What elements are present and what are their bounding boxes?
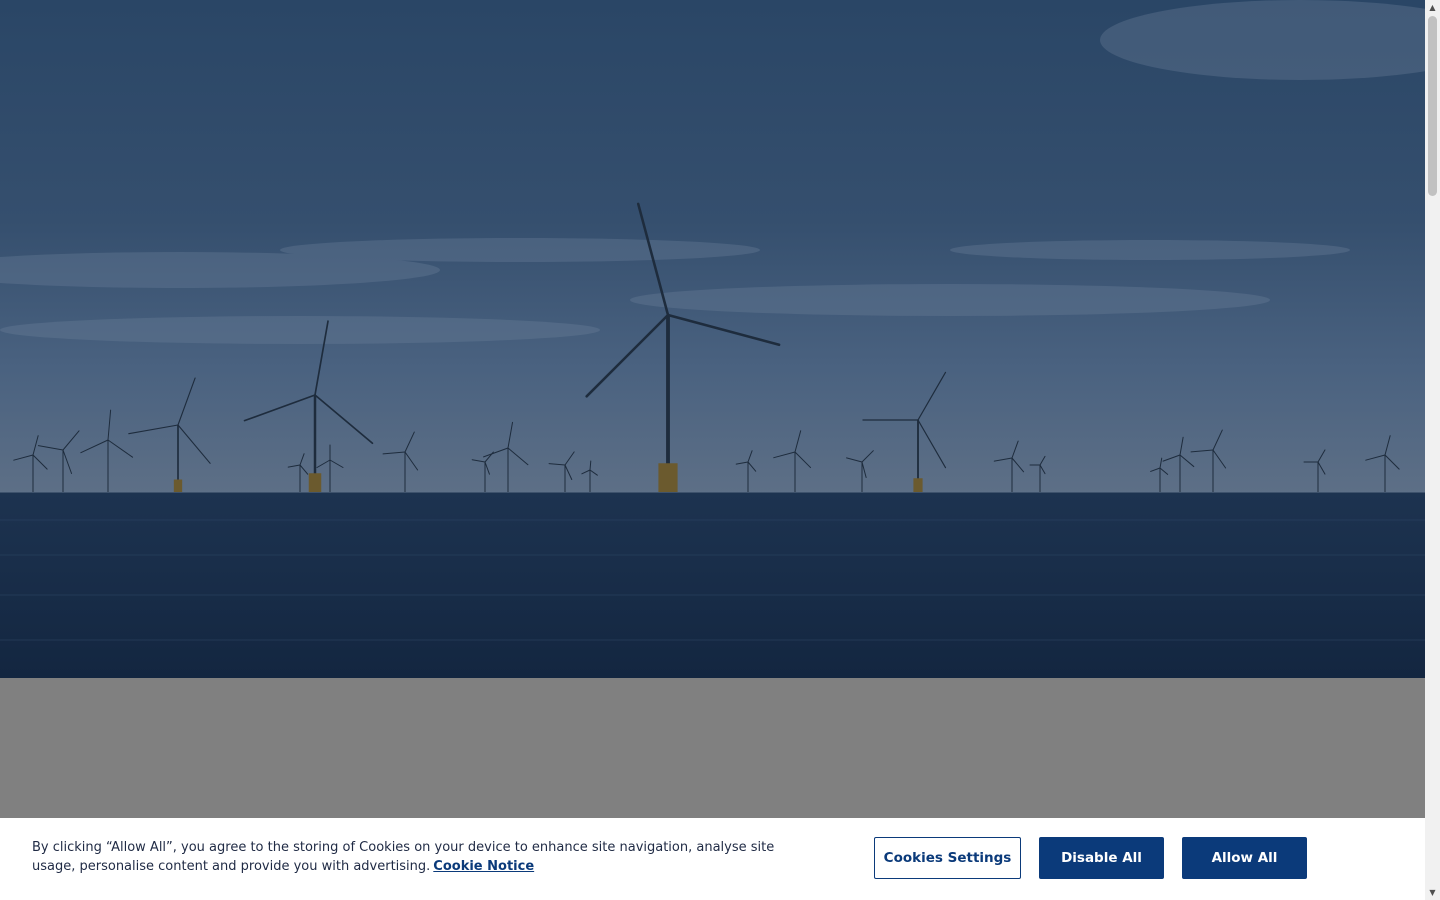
turbine-foundation [173,479,183,492]
turbine-foundation [913,478,923,492]
page-scrollbar[interactable]: ▲ ▼ [1425,0,1440,900]
cookie-banner: By clicking “Allow All”, you agree to th… [0,818,1425,900]
disable-all-button[interactable]: Disable All [1039,837,1164,879]
turbine-foundation [308,473,322,492]
chevron-down-icon[interactable]: ▼ [1425,885,1440,900]
cookie-banner-message: By clicking “Allow All”, you agree to th… [32,840,775,874]
turbine-foundation [658,463,678,492]
chevron-up-icon[interactable]: ▲ [1425,0,1440,15]
hero-image [0,0,1425,678]
cookie-banner-text: By clicking “Allow All”, you agree to th… [32,838,812,876]
allow-all-button[interactable]: Allow All [1182,837,1307,879]
cookie-notice-link[interactable]: Cookie Notice [433,859,534,874]
page-viewport: By clicking “Allow All”, you agree to th… [0,0,1425,900]
cookies-settings-button[interactable]: Cookies Settings [874,837,1021,879]
scrollbar-thumb[interactable] [1428,16,1437,196]
